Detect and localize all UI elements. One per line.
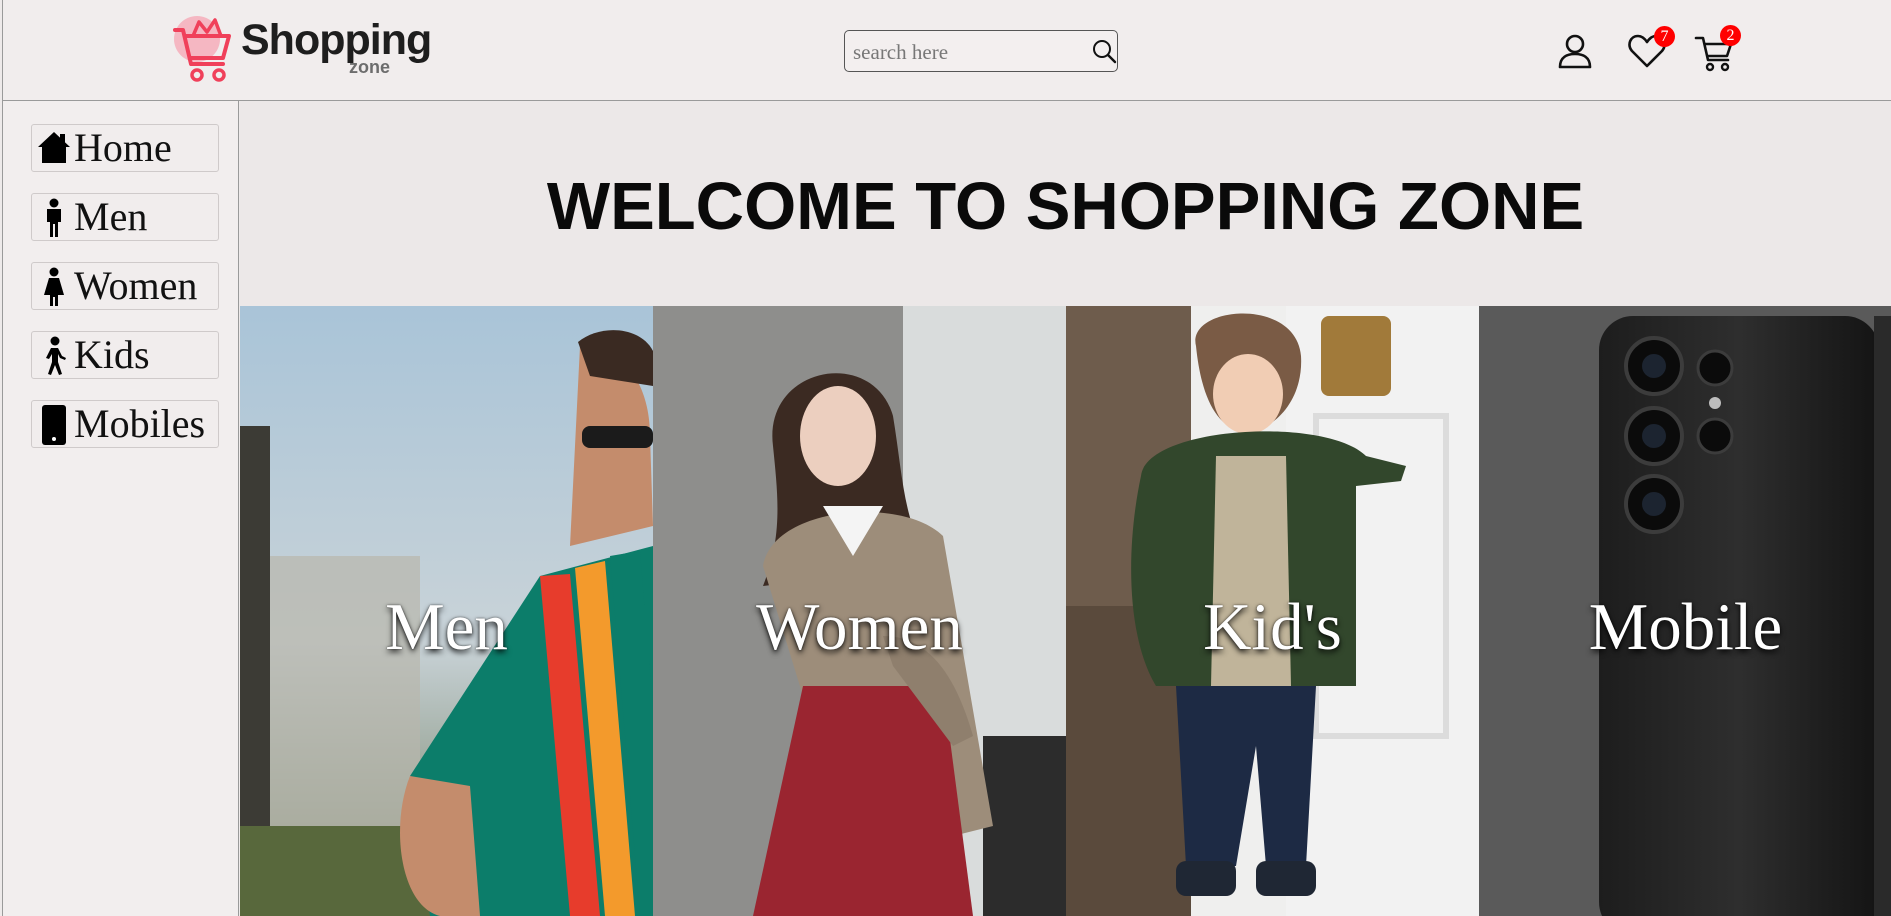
search-input[interactable] (851, 37, 1085, 67)
logo-cart-icon (173, 18, 231, 82)
category-tile-kids[interactable]: Kid's (1066, 306, 1479, 916)
category-tile-mobile[interactable]: Mobile (1479, 306, 1891, 916)
cart-count-badge: 2 (1720, 25, 1741, 46)
category-label: Mobile (1588, 590, 1783, 664)
wishlist-count-badge: 7 (1654, 26, 1675, 47)
sidebar-item-men[interactable]: Men (31, 193, 219, 241)
sidebar-item-label: Kids (74, 332, 150, 377)
cart-button[interactable]: 2 (1694, 25, 1741, 74)
sidebar-item-women[interactable]: Women (31, 262, 219, 310)
site-logo[interactable]: Shopping zone (171, 14, 432, 86)
wishlist-button[interactable]: 7 (1627, 26, 1675, 72)
logo-subtitle: zone (349, 57, 391, 77)
category-label: Kid's (1203, 590, 1342, 664)
category-tiles: Men Women Kid's Mobile (240, 306, 1891, 916)
sidebar-item-kids[interactable]: Kids (31, 331, 219, 379)
category-tile-women[interactable]: Women (653, 306, 1066, 916)
mobile-phone-icon (42, 405, 66, 445)
woman-icon (44, 267, 64, 306)
sidebar-item-label: Mobiles (74, 401, 206, 446)
sidebar-item-label: Home (74, 125, 172, 170)
category-label: Men (385, 590, 508, 664)
search-icon[interactable] (1091, 38, 1117, 64)
category-label: Women (756, 590, 963, 664)
walking-child-icon (46, 336, 66, 375)
sidebar: Home Men Women Kids Mobiles (3, 101, 239, 916)
main-content: WELCOME TO SHOPPING ZONE Men Women Kid's… (240, 101, 1891, 916)
category-tile-men[interactable]: Men (240, 306, 653, 916)
sidebar-item-home[interactable]: Home (31, 124, 219, 172)
sidebar-item-mobiles[interactable]: Mobiles (31, 400, 219, 448)
welcome-heading: WELCOME TO SHOPPING ZONE (546, 169, 1585, 244)
search-box (844, 30, 1118, 72)
man-icon (47, 198, 61, 237)
sidebar-item-label: Men (74, 194, 148, 239)
home-icon (38, 132, 70, 163)
top-header: Shopping zone 7 2 (3, 0, 1891, 101)
user-icon[interactable] (1556, 32, 1594, 70)
logo-title: Shopping (241, 16, 432, 64)
sidebar-item-label: Women (74, 263, 198, 308)
